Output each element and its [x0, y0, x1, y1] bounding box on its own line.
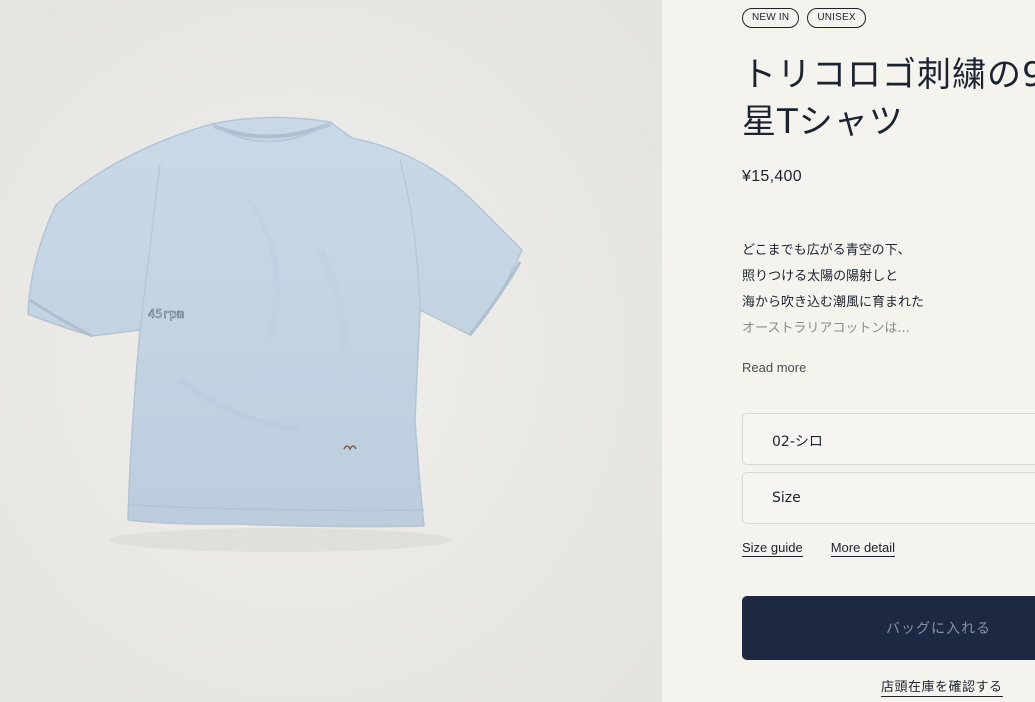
badge-new-in: NEW IN — [742, 8, 800, 28]
description-faded-line: オーストラリアコットンは... — [742, 321, 910, 336]
description-line: 照りつける太陽の陽射しと — [742, 269, 899, 284]
size-guide-link[interactable]: Size guide — [742, 540, 803, 557]
size-select[interactable]: Size — [742, 472, 1035, 524]
product-image: 45rpm — [0, 0, 662, 702]
check-store-stock-link[interactable]: 店頭在庫を確認する — [881, 676, 1003, 697]
add-to-bag-button[interactable]: バッグに入れる — [742, 596, 1035, 660]
description-line: どこまでも広がる青空の下、 — [742, 243, 911, 258]
product-description: どこまでも広がる青空の下、 照りつける太陽の陽射しと 海から吹き込む潮風に育まれ… — [742, 238, 1022, 342]
badge-group: NEW IN UNISEX — [742, 8, 866, 28]
read-more-link[interactable]: Read more — [742, 360, 806, 375]
shirt-print-text: 45rpm — [148, 307, 184, 321]
color-select[interactable]: 02-シロ — [742, 413, 1035, 465]
product-price: ¥15,400 — [742, 168, 802, 185]
size-select-placeholder: Size — [772, 490, 801, 506]
add-to-bag-label: バッグに入れる — [886, 621, 991, 637]
product-info-panel: NEW IN UNISEX トリコロゴ刺繍の9 星Tシャツ ¥15,400 どこ… — [662, 0, 1035, 702]
product-image-panel: 45rpm — [0, 0, 662, 702]
description-line: 海から吹き込む潮風に育まれた — [742, 295, 925, 310]
product-title: トリコロゴ刺繍の9 星Tシャツ — [742, 55, 1035, 142]
info-links: Size guide More detail — [742, 540, 896, 557]
more-detail-link[interactable]: More detail — [830, 540, 896, 557]
color-select-value: 02-シロ — [772, 434, 823, 450]
badge-unisex: UNISEX — [807, 8, 866, 28]
